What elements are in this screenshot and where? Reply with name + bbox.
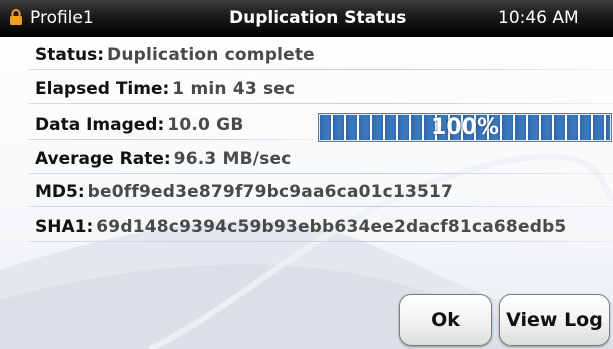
status-value: Duplication complete [107, 45, 315, 65]
row-divider [29, 173, 613, 174]
status-separator: : [97, 45, 105, 65]
sha1-row: SHA1: 69d148c9394c59b93ebb634ee2dacf81ca6… [29, 212, 613, 242]
sha1-value: 69d148c9394c59b93ebb634ee2dacf81ca68edb5 [96, 217, 567, 237]
md5-separator: : [77, 182, 85, 202]
row-divider [29, 241, 613, 242]
clock: 10:46 AM [498, 8, 579, 28]
data-imaged-value: 10.0 GB [167, 115, 244, 135]
progress-percent: 100% [431, 115, 499, 140]
average-rate-row: Average Rate: 96.3 MB/sec [29, 144, 613, 174]
row-divider [29, 206, 613, 207]
lock-icon [10, 9, 22, 25]
progress-bar: 100% [318, 113, 612, 142]
elapsed-time-separator: : [162, 79, 170, 99]
duplication-status-screen: Profile1 Duplication Status 10:46 AM Sta… [0, 0, 613, 349]
row-divider [29, 69, 613, 70]
status-label: Status [35, 45, 98, 65]
view-log-button[interactable]: View Log [499, 294, 610, 346]
status-row: Status: Duplication complete [29, 40, 613, 70]
sha1-label: SHA1 [35, 217, 87, 237]
md5-label: MD5 [35, 182, 78, 202]
elapsed-time-value: 1 min 43 sec [172, 79, 296, 99]
average-rate-separator: : [163, 149, 171, 169]
md5-value: be0ff9ed3e879f79bc9aa6ca01c13517 [87, 182, 454, 202]
data-imaged-separator: : [157, 115, 165, 135]
elapsed-time-label: Elapsed Time [35, 79, 163, 99]
row-divider [29, 103, 613, 104]
row-divider [29, 139, 313, 140]
profile-name: Profile1 [30, 8, 94, 28]
title-bar: Profile1 Duplication Status 10:46 AM [0, 0, 613, 37]
data-imaged-label: Data Imaged [35, 115, 158, 135]
ok-button[interactable]: Ok [399, 294, 492, 346]
md5-row: MD5: be0ff9ed3e879f79bc9aa6ca01c13517 [29, 177, 613, 207]
average-rate-label: Average Rate [35, 149, 164, 169]
elapsed-time-row: Elapsed Time: 1 min 43 sec [29, 74, 613, 104]
window-title: Duplication Status [229, 8, 407, 28]
sha1-separator: : [86, 217, 94, 237]
average-rate-value: 96.3 MB/sec [173, 149, 292, 169]
